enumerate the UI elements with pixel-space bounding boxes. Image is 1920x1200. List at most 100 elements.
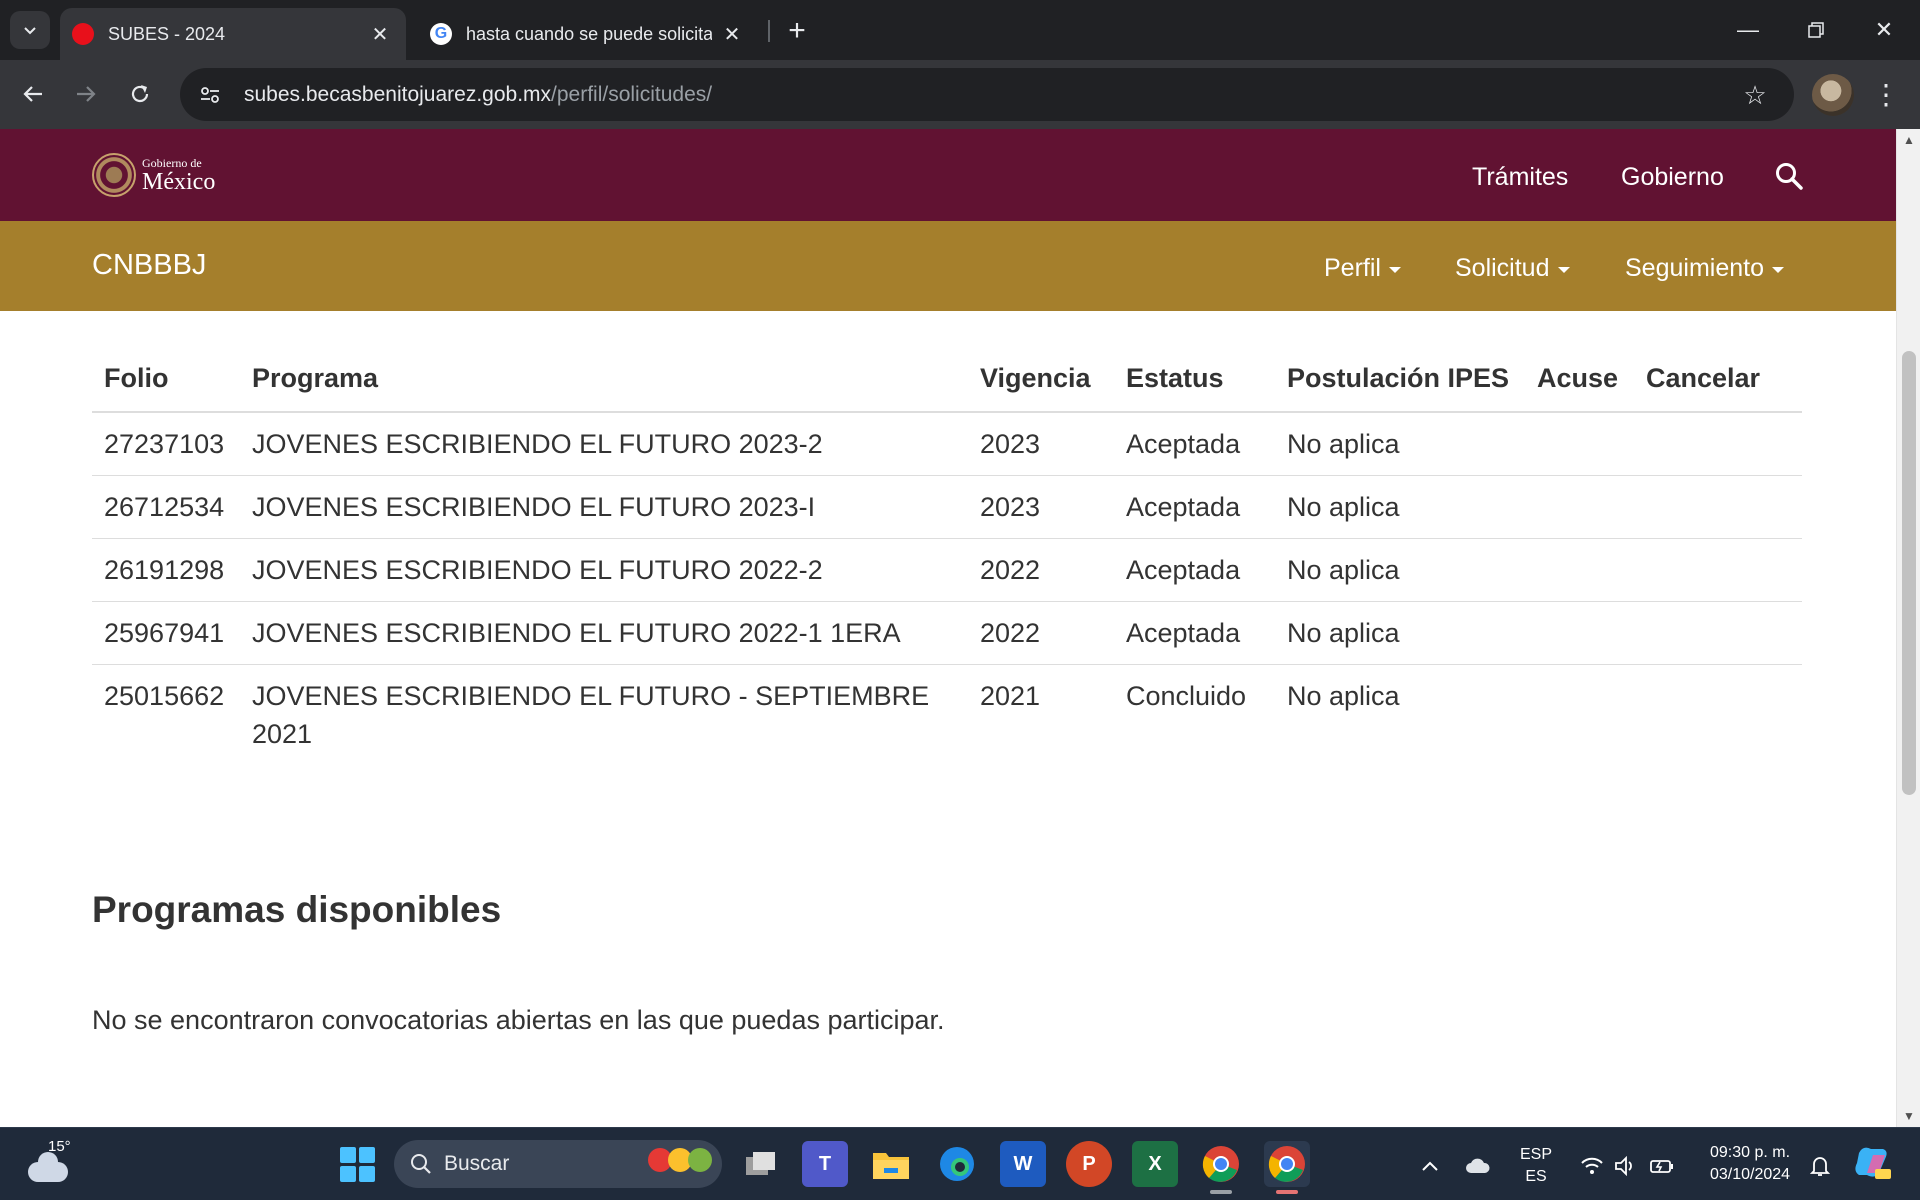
google-favicon-icon: G [430,23,452,45]
windows-start-icon[interactable] [334,1141,380,1187]
battery-icon[interactable] [1648,1152,1676,1180]
arrow-right-icon[interactable] [64,72,108,116]
site-settings-icon[interactable] [188,73,232,117]
excel-icon[interactable]: X [1132,1141,1178,1187]
dropdown-perfil[interactable]: Perfil [1324,254,1401,283]
copilot-icon[interactable] [1852,1140,1892,1184]
requests-table: Folio Programa Vigencia Estatus Postulac… [92,347,1802,765]
tab-google-search[interactable]: G hasta cuando se puede solicitar ✕ [418,8,758,60]
caret-down-icon [1771,266,1784,273]
national-seal-icon [92,153,136,197]
input-language[interactable]: ESP ES [1516,1144,1556,1188]
scroll-down-icon[interactable]: ▼ [1897,1105,1920,1127]
file-explorer-icon[interactable] [868,1141,914,1187]
nav-link-gobierno[interactable]: Gobierno [1621,163,1724,192]
brand-name[interactable]: CNBBBJ [92,249,206,282]
new-tab-plus-icon[interactable]: + [780,14,814,48]
cell-estatus: Aceptada [1114,475,1275,539]
cell-programa: JOVENES ESCRIBIENDO EL FUTURO - SEPTIEMB… [240,664,968,765]
cell-acuse [1525,601,1634,665]
table-row: 26191298 JOVENES ESCRIBIENDO EL FUTURO 2… [92,538,1802,602]
logo-text: Gobierno de México [142,157,215,194]
cell-acuse [1525,412,1634,476]
scroll-up-icon[interactable]: ▲ [1897,129,1920,151]
cell-programa: JOVENES ESCRIBIENDO EL FUTURO 2022-1 1ER… [240,601,968,665]
cell-acuse [1525,664,1634,765]
clock-time: 09:30 p. m. [1709,1144,1791,1161]
cell-estatus: Aceptada [1114,538,1275,602]
no-programs-message: No se encontraron convocatorias abiertas… [92,1005,945,1035]
cell-cancelar [1634,538,1802,602]
page-viewport: Gobierno de México Trámites Gobierno CNB… [0,129,1920,1127]
running-indicator [1210,1190,1232,1194]
cell-programa: JOVENES ESCRIBIENDO EL FUTURO 2022-2 [240,538,968,602]
cell-cancelar [1634,412,1802,476]
restore-icon[interactable] [1782,0,1850,60]
search-icon [411,1154,431,1174]
tab-title: SUBES - 2024 [108,23,226,44]
chevron-up-icon[interactable] [1416,1152,1444,1180]
scrollbar-thumb[interactable] [1902,351,1916,795]
dropdown-label: Perfil [1324,254,1381,282]
header-estatus: Estatus [1114,347,1275,413]
cell-folio: 26712534 [92,475,240,539]
header-acuse: Acuse [1525,347,1634,413]
wifi-icon[interactable] [1578,1152,1606,1180]
table-row: 25967941 JOVENES ESCRIBIENDO EL FUTURO 2… [92,601,1802,665]
reload-icon[interactable] [118,72,162,116]
table-header-row: Folio Programa Vigencia Estatus Postulac… [92,347,1802,413]
word-icon[interactable]: W [1000,1141,1046,1187]
volume-icon[interactable] [1612,1152,1640,1180]
teams-icon[interactable]: T [802,1141,848,1187]
chrome-icon[interactable] [1198,1141,1244,1187]
powerpoint-icon[interactable]: P [1066,1141,1112,1187]
tab-subes[interactable]: SUBES - 2024 ✕ [60,8,406,60]
cell-postulacion: No aplica [1275,538,1525,602]
caret-down-icon [1557,266,1570,273]
kebab-menu-icon[interactable]: ⋮ [1864,72,1908,116]
close-icon[interactable]: ✕ [720,22,744,46]
address-bar[interactable]: subes.becasbenitojuarez.gob.mx/perfil/so… [180,68,1794,121]
cell-estatus: Aceptada [1126,429,1241,459]
table-row: 25015662 JOVENES ESCRIBIENDO EL FUTURO -… [92,664,1802,765]
logo-big-text: México [142,168,216,195]
page-scrollbar[interactable]: ▲ ▼ [1896,129,1920,1127]
cell-folio: 27237103 [104,429,225,459]
weather-widget[interactable]: 15° [28,1138,88,1192]
caret-down-icon [1388,266,1401,273]
close-icon[interactable]: ✕ [368,22,392,46]
arrow-left-icon[interactable] [11,72,55,116]
header-cancelar: Cancelar [1634,347,1802,413]
header-folio: Folio [92,347,240,413]
table-row: 27237103 JOVENES ESCRIBIENDO EL FUTURO 2… [92,412,1802,476]
star-icon[interactable]: ☆ [1738,78,1772,112]
windows-taskbar: 15° Buscar T W P X ESP ES 09:30 p. m. 03… [0,1127,1920,1200]
cell-vigencia: 2022 [968,538,1114,602]
nav-link-tramites[interactable]: Trámites [1472,163,1568,192]
cloud-icon [28,1152,68,1182]
chrome-profile-icon[interactable] [1264,1141,1310,1187]
minimize-icon[interactable]: — [1714,0,1782,60]
edge-icon[interactable] [934,1141,980,1187]
dropdown-seguimiento[interactable]: Seguimiento [1625,254,1784,283]
dropdown-label: Seguimiento [1625,254,1764,282]
cell-folio: 25015662 [92,664,240,765]
cell-cancelar [1634,601,1802,665]
onedrive-cloud-icon[interactable] [1464,1152,1492,1180]
clock-date: 03/10/2024 [1709,1166,1791,1183]
dropdown-solicitud[interactable]: Solicitud [1455,254,1570,283]
window-close-icon[interactable]: ✕ [1850,0,1918,60]
notification-bell-icon[interactable] [1806,1152,1834,1180]
cell-programa: JOVENES ESCRIBIENDO EL FUTURO 2023-2 [252,429,823,459]
table-row: 26712534 JOVENES ESCRIBIENDO EL FUTURO 2… [92,475,1802,539]
search-placeholder: Buscar [444,1152,510,1175]
gobierno-de-mexico-logo[interactable]: Gobierno de México [92,153,215,197]
cell-postulacion: No aplica [1275,601,1525,665]
profile-avatar[interactable] [1812,74,1854,116]
taskbar-search-box[interactable]: Buscar [394,1140,722,1188]
cell-postulacion: No aplica [1275,664,1525,765]
task-view-icon[interactable] [738,1141,784,1187]
tab-search-button[interactable] [10,11,50,49]
clock[interactable]: 09:30 p. m. 03/10/2024 [1690,1142,1810,1186]
search-icon[interactable] [1774,161,1804,191]
